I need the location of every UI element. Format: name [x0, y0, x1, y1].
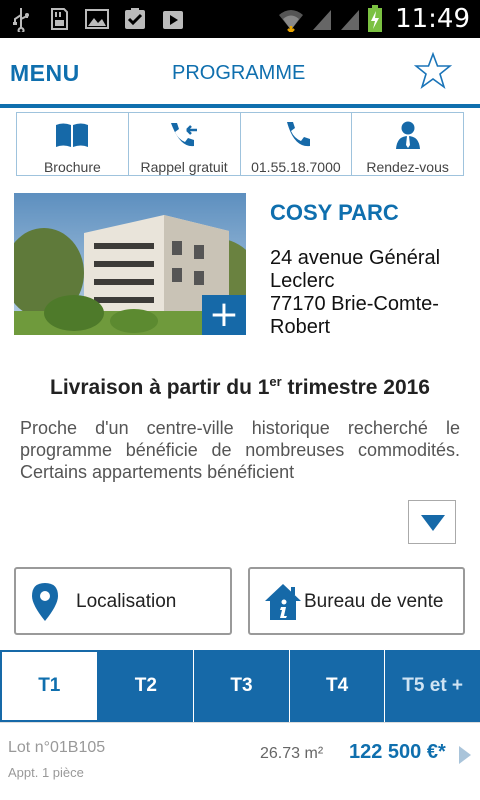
app-header: MENU PROGRAMME [0, 38, 480, 108]
chevron-down-icon [421, 515, 445, 531]
delivery-sup: er [269, 374, 282, 389]
tab-t2[interactable]: T2 [99, 650, 195, 722]
lot-number: Lot n°01B105 [8, 739, 106, 756]
address-line: 24 avenue Général [270, 247, 441, 269]
system-icons: 11:49 [277, 4, 470, 34]
program-name: COSY PARC [270, 200, 399, 225]
person-icon [395, 121, 420, 149]
program-address: 24 avenue Général Leclerc 77170 Brie-Com… [270, 247, 475, 339]
phone-number-label: 01.55.18.7000 [251, 159, 341, 175]
delivery-date: Livraison à partir du 1er trimestre 2016 [0, 374, 480, 400]
chevron-right-icon [459, 746, 471, 764]
delivery-suffix: trimestre 2016 [281, 376, 430, 399]
play-store-icon [163, 11, 183, 29]
tab-t1[interactable]: T1 [0, 650, 99, 722]
photo-zoom-button[interactable]: + [202, 295, 246, 335]
sd-card-icon [51, 8, 68, 30]
page-title: PROGRAMME [172, 62, 306, 84]
appointment-label: Rendez-vous [366, 159, 449, 175]
phone-icon [286, 122, 310, 147]
expand-description-button[interactable] [408, 500, 456, 544]
lot-type: Appt. 1 pièce [8, 765, 84, 780]
notification-icons [8, 6, 186, 32]
sales-office-button[interactable]: Bureau de vente [248, 567, 465, 635]
localisation-button[interactable]: Localisation [14, 567, 232, 635]
localisation-label: Localisation [76, 591, 177, 612]
apartment-type-tabs: T1 T2 T3 T4 T5 et + [0, 650, 480, 722]
brochure-label: Brochure [43, 159, 101, 175]
lot-area: 26.73 m² [260, 745, 324, 762]
action-bar: Brochure Rappel gratuit 01.55.18.7000 Re… [16, 112, 464, 176]
phone-number-button[interactable]: 01.55.18.7000 [241, 113, 353, 175]
map-pin-icon [32, 583, 58, 621]
status-bar: 11:49 [0, 0, 480, 38]
favorite-star-icon[interactable] [414, 52, 452, 90]
tab-t3[interactable]: T3 [194, 650, 290, 722]
phone-callback-icon [171, 123, 198, 147]
brochure-button[interactable]: Brochure [17, 113, 129, 175]
free-callback-label: Rappel gratuit [140, 159, 228, 175]
delivery-prefix: Livraison à partir du 1 [50, 376, 270, 399]
plus-icon: + [208, 294, 240, 335]
clock: 11:49 [395, 4, 470, 34]
house-info-icon [265, 584, 301, 620]
checklist-icon [125, 8, 145, 29]
appointment-button[interactable]: Rendez-vous [352, 113, 463, 175]
tab-t4[interactable]: T4 [290, 650, 386, 722]
sales-office-label: Bureau de vente [304, 591, 444, 612]
image-icon [85, 9, 109, 29]
signal-icon-2 [341, 10, 360, 30]
book-icon [56, 123, 89, 147]
address-line: Robert [270, 316, 331, 338]
battery-charging-icon [368, 5, 383, 32]
program-description: Proche d'un centre-ville historique rech… [20, 418, 460, 482]
wifi-icon [279, 10, 304, 32]
signal-icon-1 [313, 10, 332, 30]
menu-button[interactable]: MENU [10, 60, 80, 87]
usb-icon [13, 8, 29, 32]
address-line: 77170 Brie-Comte- [270, 293, 439, 315]
free-callback-button[interactable]: Rappel gratuit [129, 113, 241, 175]
lot-price: 122 500 €* [349, 741, 446, 763]
program-photo[interactable]: + [14, 193, 246, 335]
tab-t5-plus[interactable]: T5 et + [385, 650, 480, 722]
address-line: Leclerc [270, 270, 335, 292]
lot-row[interactable]: Lot n°01B105 Appt. 1 pièce 26.73 m² 122 … [0, 722, 480, 800]
